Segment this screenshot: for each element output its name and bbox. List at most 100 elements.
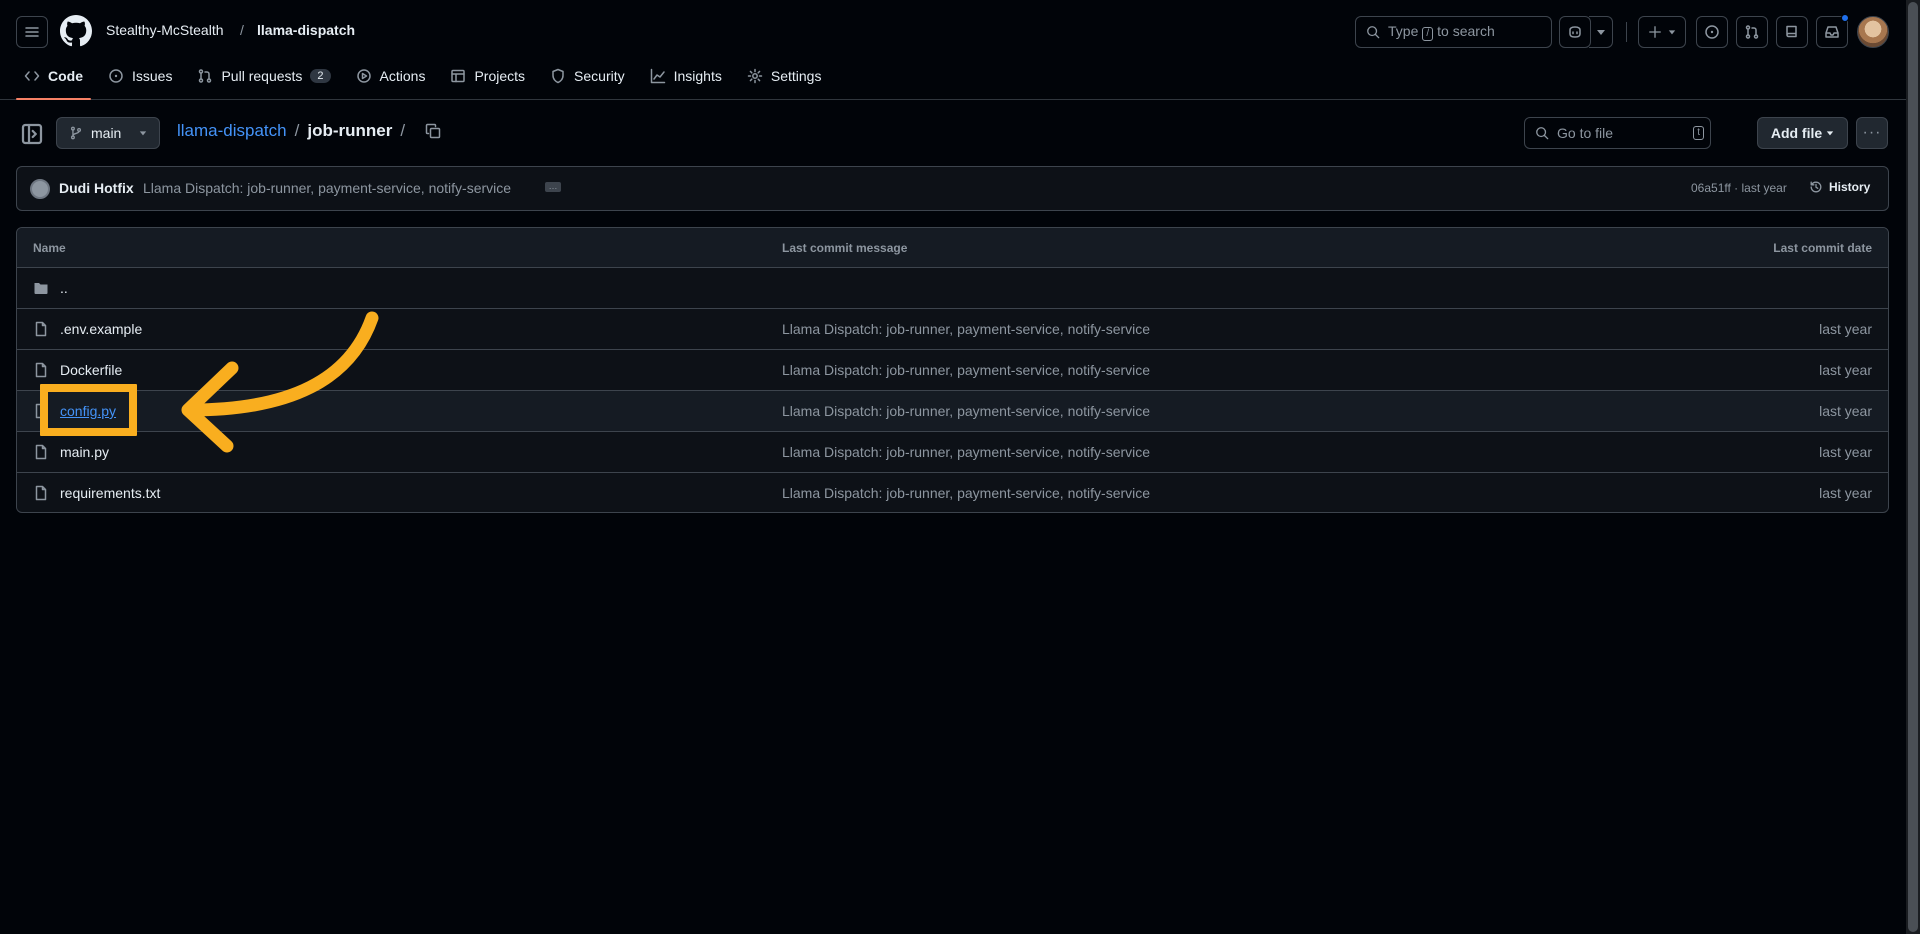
tab-settings[interactable]: Settings [739,58,830,94]
file-commit-message[interactable]: Llama Dispatch: job-runner, payment-serv… [782,485,1150,501]
go-to-file-shortcut-key: t [1693,126,1704,140]
copilot-button[interactable] [1559,16,1591,48]
repositories-button[interactable] [1776,16,1808,48]
play-icon [356,69,371,83]
graph-icon [650,68,665,84]
menu-button[interactable] [16,16,48,48]
global-search-input[interactable]: Type / to search [1355,16,1552,48]
file-icon [35,485,47,501]
copilot-dropdown-button[interactable] [1589,16,1613,48]
repo-icon [1786,25,1797,38]
file-name[interactable]: requirements.txt [60,485,160,501]
file-name[interactable]: .env.example [60,321,142,337]
path-current-folder: job-runner [307,121,393,140]
search-placeholder-suffix: to search [1437,23,1495,39]
add-file-button[interactable]: Add file [1757,117,1848,149]
search-placeholder-prefix: Type [1388,23,1419,39]
table-icon [451,69,466,83]
pull-requests-button[interactable] [1736,16,1768,48]
kebab-icon: ··· [1862,124,1882,141]
breadcrumb-owner[interactable]: Stealthy-McStealth [106,22,224,38]
code-icon [24,71,40,81]
tab-label: Issues [132,68,173,84]
branch-selector[interactable]: main [56,117,160,149]
pull-requests-count-badge: 2 [310,69,331,83]
tab-label: Actions [379,68,426,84]
tab-code[interactable]: Code [16,58,91,100]
search-icon [1536,127,1549,140]
file-commit-message[interactable]: Llama Dispatch: job-runner, payment-serv… [782,444,1150,460]
history-button[interactable]: History [1809,180,1870,194]
hamburger-icon [25,27,39,37]
table-header: Name Last commit message Last commit dat… [17,228,1888,268]
tab-insights[interactable]: Insights [642,58,730,94]
commit-message[interactable]: Llama Dispatch: job-runner, payment-serv… [143,180,511,196]
go-to-file-placeholder: Go to file [1557,125,1614,141]
file-commit-message[interactable]: Llama Dispatch: job-runner, payment-serv… [782,362,1150,378]
commit-expand-ellipsis-icon[interactable]: … [545,182,561,192]
page-scrollbar-thumb[interactable] [1908,2,1918,932]
tab-label: Pull requests [221,68,303,84]
user-avatar[interactable] [1857,16,1889,48]
tab-security[interactable]: Security [542,58,633,94]
file-commit-date: last year [1819,403,1872,419]
file-commit-date: last year [1819,321,1872,337]
annotation-arrow-icon [181,311,379,453]
issues-button[interactable] [1696,16,1728,48]
tab-issues[interactable]: Issues [100,58,180,94]
tab-projects[interactable]: Projects [442,58,533,94]
plus-icon [1649,26,1661,38]
gear-icon [747,68,763,84]
search-shortcut-key: / [1422,27,1434,41]
tab-actions[interactable]: Actions [348,58,434,94]
chevron-down-icon [1826,131,1834,136]
more-options-button[interactable]: ··· [1856,117,1888,149]
inbox-icon [1825,26,1839,38]
add-file-label: Add file [1770,125,1823,141]
file-commit-message[interactable]: Llama Dispatch: job-runner, payment-serv… [782,403,1150,419]
commit-hash-and-time[interactable]: 06a51ff · last year [1691,181,1787,195]
chevron-down-icon [1596,30,1605,35]
sidebar-expand-icon[interactable] [20,122,44,146]
table-row[interactable]: requirements.txt Llama Dispatch: job-run… [17,473,1888,512]
create-new-button[interactable] [1638,16,1686,48]
shield-icon [552,68,564,84]
github-logo-icon[interactable] [60,15,92,47]
breadcrumb-separator: / [240,22,244,38]
tab-label: Projects [474,68,526,84]
path-separator: / [294,121,300,140]
folder-icon [34,283,48,294]
column-header-name: Name [33,241,66,255]
header-divider [1626,22,1627,42]
column-header-commit-date: Last commit date [1773,241,1872,255]
breadcrumb-repo[interactable]: llama-dispatch [257,22,355,38]
copy-path-icon[interactable] [425,123,441,139]
path-trailing-separator: / [400,121,406,140]
file-name[interactable]: .. [60,280,68,296]
pull-request-icon [1745,25,1759,39]
file-name[interactable]: Dockerfile [60,362,122,378]
file-icon [35,321,47,337]
history-label: History [1829,180,1871,194]
path-root-link[interactable]: llama-dispatch [177,121,287,141]
column-header-commit-message: Last commit message [782,241,908,255]
file-commit-date: last year [1819,362,1872,378]
repo-nav-tabs: Code Issues Pull requests 2 Actions Proj… [16,58,838,100]
file-name[interactable]: main.py [60,444,109,460]
commit-author[interactable]: Dudi Hotfix [59,180,134,196]
tab-pull-requests[interactable]: Pull requests 2 [189,58,338,94]
tab-label: Settings [770,68,822,84]
history-icon [1810,181,1822,193]
file-icon [35,362,47,378]
file-icon [35,444,47,460]
file-commit-date: last year [1819,444,1872,460]
git-branch-icon [70,126,82,140]
chevron-down-icon [140,131,147,136]
commit-author-avatar[interactable] [30,179,50,199]
issue-icon [1705,25,1719,39]
go-to-file-input[interactable]: Go to file t [1524,117,1711,149]
search-icon [1367,26,1380,39]
annotation-highlight-box [40,384,137,436]
branch-name: main [91,125,122,141]
file-commit-message[interactable]: Llama Dispatch: job-runner, payment-serv… [782,321,1150,337]
